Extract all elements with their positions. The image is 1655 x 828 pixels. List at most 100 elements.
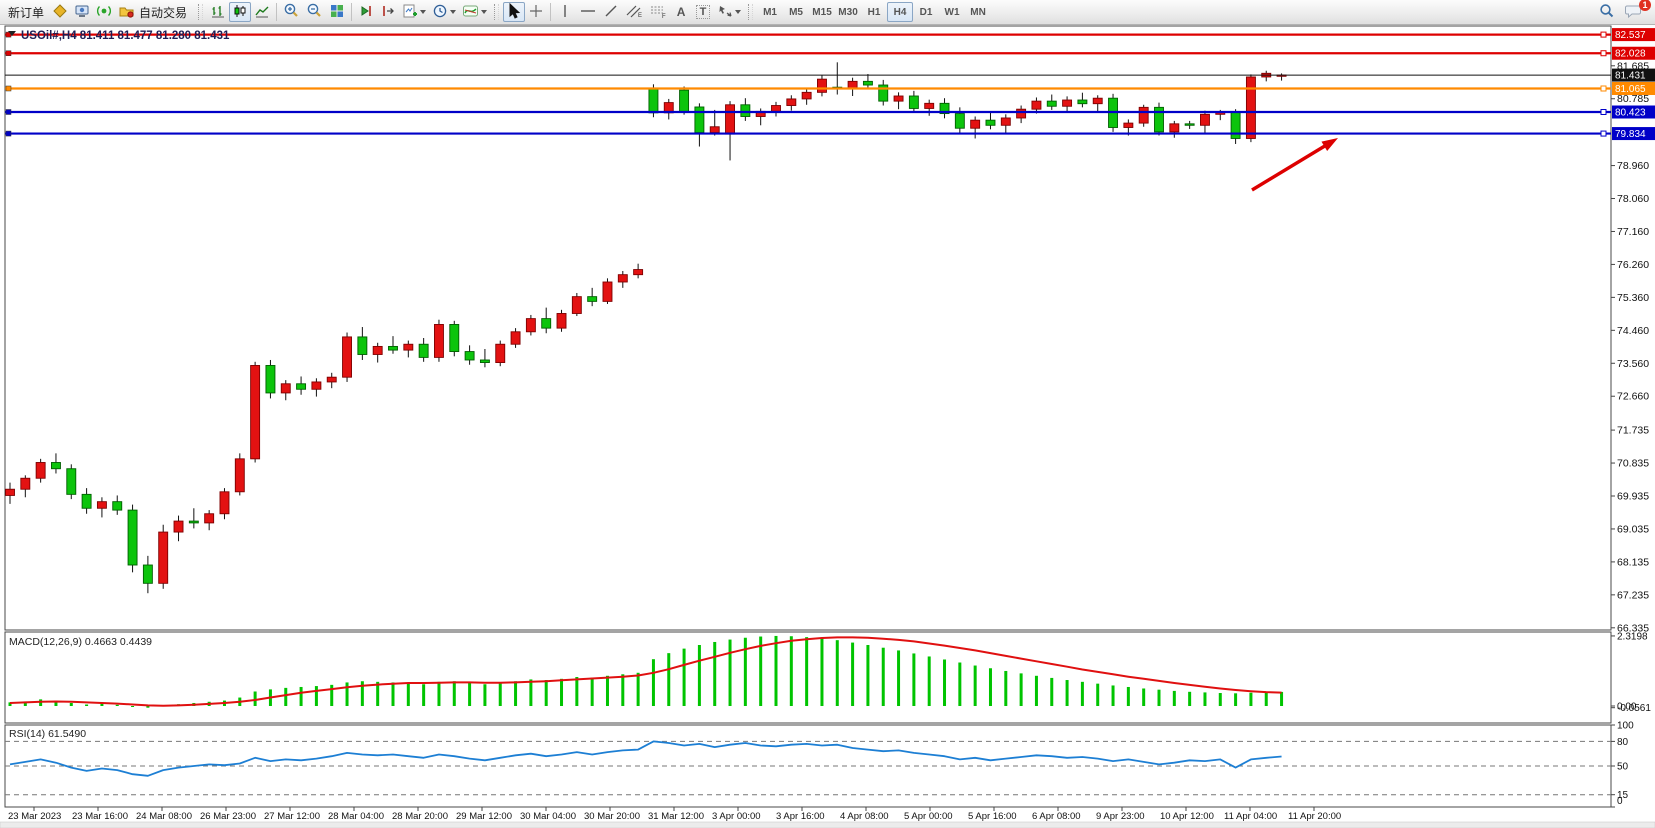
candle: [51, 462, 60, 468]
timeframe-mn-button[interactable]: MN: [965, 2, 991, 22]
notification-badge: 1: [1639, 0, 1651, 11]
svg-text:10 Apr 12:00: 10 Apr 12:00: [1160, 811, 1214, 822]
svg-text:23 Mar 16:00: 23 Mar 16:00: [72, 811, 128, 822]
svg-text:79.834: 79.834: [1615, 129, 1646, 140]
svg-text:76.260: 76.260: [1617, 259, 1649, 271]
candle: [925, 103, 934, 108]
candlestick-mode-button[interactable]: [229, 2, 251, 22]
svg-text:73.560: 73.560: [1617, 358, 1649, 370]
svg-text:3 Apr 00:00: 3 Apr 00:00: [712, 811, 761, 822]
toolbar-grip: [198, 4, 203, 20]
line-chart-mode-button[interactable]: [251, 2, 273, 22]
horizontal-line-icon: [579, 3, 597, 22]
svg-text:72.660: 72.660: [1617, 391, 1649, 403]
svg-text:50: 50: [1617, 762, 1629, 773]
candle: [710, 127, 719, 133]
zoom-in-icon: [283, 2, 300, 22]
arrows-tool-button[interactable]: [714, 2, 744, 22]
vertical-line-tool-button[interactable]: [554, 2, 576, 22]
chart-shift-button[interactable]: [377, 2, 399, 22]
svg-text:81.065: 81.065: [1615, 84, 1646, 95]
fibonacci-tool-button[interactable]: F: [646, 2, 670, 22]
toolbar-separator: [550, 3, 551, 21]
autotrading-button[interactable]: 自动交易: [115, 2, 194, 22]
arrow-shapes-icon: [717, 3, 733, 22]
channel-tool-button[interactable]: E: [622, 2, 646, 22]
timeframe-h1-button[interactable]: H1: [861, 2, 887, 22]
svg-text:2.3198: 2.3198: [1617, 631, 1648, 642]
candle: [389, 346, 398, 350]
svg-text:30 Mar 20:00: 30 Mar 20:00: [584, 811, 640, 822]
svg-text:100: 100: [1617, 721, 1634, 732]
fibonacci-icon: F: [649, 3, 667, 22]
candle: [36, 462, 45, 478]
bar-chart-mode-button[interactable]: [207, 2, 229, 22]
new-order-button[interactable]: 新订单: [3, 2, 49, 22]
bar-chart-icon: [210, 3, 226, 22]
svg-text:80.785: 80.785: [1617, 93, 1649, 105]
toolbar-right-group: 1: [1595, 2, 1652, 22]
candle: [526, 319, 535, 332]
timeframe-m30-button[interactable]: M30: [835, 2, 861, 22]
vertical-line-icon: [559, 3, 571, 22]
horizontal-line-tool-button[interactable]: [576, 2, 600, 22]
candle: [434, 324, 443, 357]
trendline-tool-button[interactable]: [600, 2, 622, 22]
candle: [1017, 109, 1026, 118]
line-chart-icon: [254, 3, 270, 22]
timeframe-w1-button[interactable]: W1: [939, 2, 965, 22]
text-label-tool-button[interactable]: T: [692, 2, 714, 22]
candle: [480, 360, 489, 363]
svg-text:30 Mar 04:00: 30 Mar 04:00: [520, 811, 576, 822]
tile-windows-button[interactable]: [326, 2, 348, 22]
svg-text:75.360: 75.360: [1617, 292, 1649, 304]
candle: [741, 105, 750, 117]
candle: [955, 114, 964, 129]
chevron-down-icon: [450, 10, 456, 14]
svg-text:23 Mar 2023: 23 Mar 2023: [8, 811, 61, 822]
zoom-out-button[interactable]: [303, 2, 326, 22]
svg-text:29 Mar 12:00: 29 Mar 12:00: [456, 811, 512, 822]
candle: [1139, 107, 1148, 123]
terminal-button[interactable]: [71, 2, 93, 22]
zoom-in-button[interactable]: [280, 2, 303, 22]
candle: [817, 79, 826, 92]
chart-canvas[interactable]: 81.68580.78578.96078.06077.16076.26075.3…: [0, 0, 1655, 828]
trading-terminal-window: 新订单 自动交易: [0, 0, 1655, 828]
candle: [863, 81, 872, 85]
svg-text:11 Apr 04:00: 11 Apr 04:00: [1224, 811, 1277, 822]
candle: [419, 344, 428, 357]
timeframe-m1-button[interactable]: M1: [757, 2, 783, 22]
search-button[interactable]: [1595, 2, 1618, 22]
candle: [327, 377, 336, 382]
chart-title-overlay: USOil#,H4 81.411 81.477 81.280 81.431: [8, 30, 230, 42]
diamond-icon: [52, 3, 68, 22]
text-tool-button[interactable]: A: [670, 2, 692, 22]
monitor-user-icon: [74, 3, 90, 22]
signals-button[interactable]: [93, 2, 115, 22]
candle: [557, 313, 566, 328]
cursor-tool-button[interactable]: [503, 2, 525, 22]
new-chart-button[interactable]: [399, 2, 429, 22]
timeframe-m15-button[interactable]: M15: [809, 2, 835, 22]
svg-text:RSI(14) 61.5490: RSI(14) 61.5490: [9, 728, 86, 740]
timeframe-h4-button[interactable]: H4: [887, 2, 913, 22]
candle: [695, 107, 704, 133]
svg-text:81.431: 81.431: [1615, 71, 1646, 82]
periods-button[interactable]: [429, 2, 459, 22]
candle: [726, 105, 735, 134]
svg-text:5 Apr 00:00: 5 Apr 00:00: [904, 811, 953, 822]
svg-text:28 Mar 20:00: 28 Mar 20:00: [392, 811, 448, 822]
chat-button[interactable]: 1: [1622, 2, 1646, 22]
auto-scroll-button[interactable]: [355, 2, 377, 22]
candle: [281, 384, 290, 393]
svg-text:0: 0: [1617, 796, 1623, 807]
zoom-out-icon: [306, 2, 323, 22]
candle: [588, 297, 597, 302]
indicators-button[interactable]: [459, 2, 490, 22]
crosshair-tool-button[interactable]: [525, 2, 547, 22]
timeframe-m5-button[interactable]: M5: [783, 2, 809, 22]
market-watch-button[interactable]: [49, 2, 71, 22]
chart-background: [0, 25, 1655, 828]
timeframe-d1-button[interactable]: D1: [913, 2, 939, 22]
